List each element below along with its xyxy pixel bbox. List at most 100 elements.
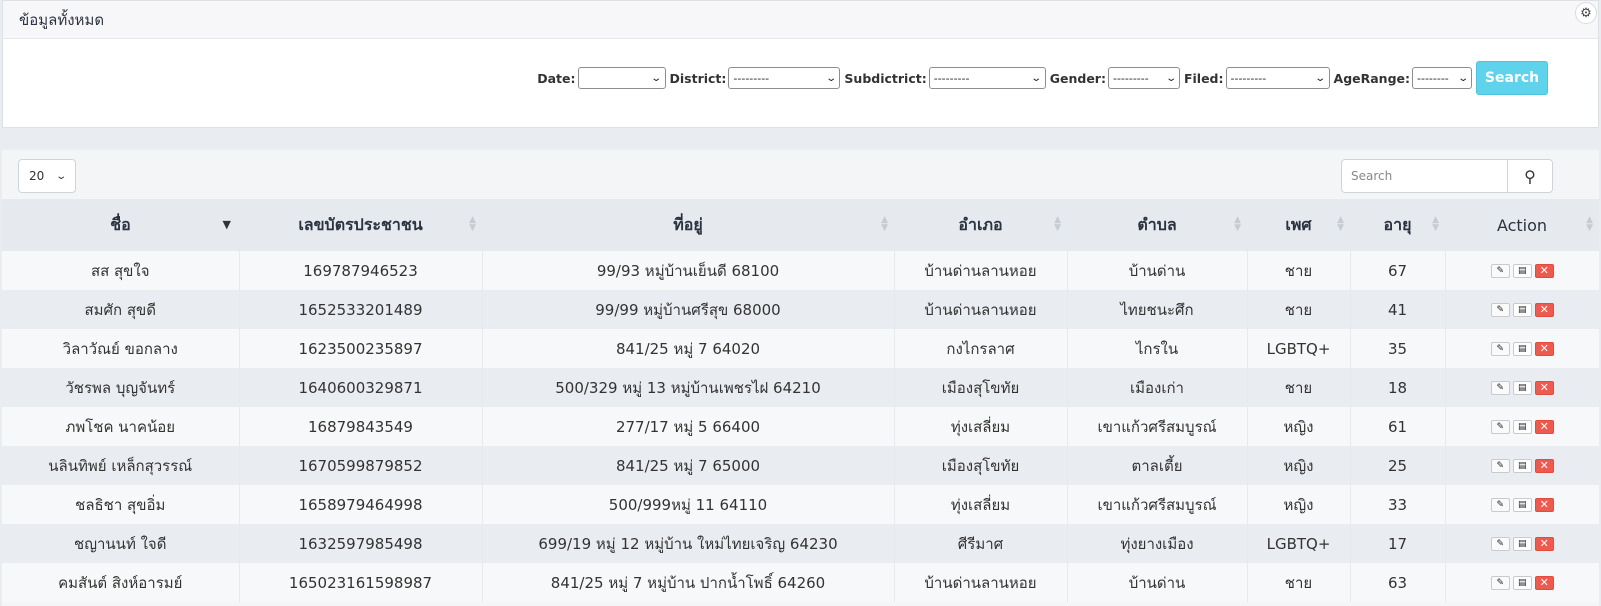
agerange-select[interactable]: -------- ⌄ — [1412, 67, 1472, 89]
address-cell: 500/999หมู่ 11 64110 — [482, 485, 895, 524]
address-cell: 841/25 หมู่ 7 64020 — [482, 329, 895, 368]
column-header-gender[interactable]: เพศ ▲ ▼ — [1247, 199, 1350, 251]
action-cell: ✎ ▤ ✕ — [1445, 563, 1599, 602]
edit-icon[interactable]: ✎ — [1490, 536, 1510, 551]
name-cell: สส สุขใจ — [2, 251, 240, 290]
sort-icon: ▲ ▼ — [1586, 215, 1593, 233]
table-row: ชลธิชา สุขอิ่ม 1658979464998 500/999หมู่ 1… — [2, 485, 1599, 524]
subdistrict-select[interactable]: --------- ⌄ — [928, 67, 1046, 89]
edit-icon[interactable]: ✎ — [1490, 575, 1510, 590]
gender-cell: ชาย — [1247, 563, 1351, 602]
gear-icon[interactable]: ⚙ — [1575, 2, 1597, 24]
table-row: วิลาวัณย์ ขอกลาง 1623500235897 841/25 หมู่… — [2, 329, 1599, 368]
table-row: คมสันต์ สิงห์อารมย์ 165023161598987 841/25… — [2, 563, 1599, 602]
name-cell: ภพโชค นาคน้อย — [2, 407, 240, 446]
table-search-input[interactable]: Search — [1342, 160, 1508, 192]
address-cell: 841/25 หมู่ 7 65000 — [482, 446, 895, 485]
action-cell: ✎ ▤ ✕ — [1445, 251, 1599, 290]
age-cell: 33 — [1350, 485, 1446, 524]
column-header-action[interactable]: Action ▲ ▼ — [1445, 199, 1599, 251]
chevron-down-icon: ⌄ — [54, 170, 67, 182]
filed-select[interactable]: --------- ⌄ — [1225, 67, 1330, 89]
id-card-icon[interactable]: ▤ — [1512, 341, 1532, 356]
delete-icon[interactable]: ✕ — [1534, 575, 1554, 590]
edit-icon[interactable]: ✎ — [1490, 458, 1510, 473]
district-select[interactable]: --------- ⌄ — [728, 67, 841, 89]
id-cell: 1623500235897 — [239, 329, 483, 368]
id-cell: 1652533201489 — [239, 290, 483, 329]
filter-card: ข้อมูลทั้งหมด Date: ⌄ District: --------… — [2, 0, 1599, 128]
chevron-down-icon: ⌄ — [650, 72, 663, 84]
column-header-address[interactable]: ที่อยู่ ▲ ▼ — [482, 199, 894, 251]
age-cell: 35 — [1350, 329, 1446, 368]
name-cell: ชลธิชา สุขอิ่ม — [2, 485, 240, 524]
id-card-icon[interactable]: ▤ — [1512, 497, 1532, 512]
address-cell: 99/99 หมู่บ้านศรีสุข 68000 — [482, 290, 895, 329]
delete-icon[interactable]: ✕ — [1534, 302, 1554, 317]
action-group: ✎ ▤ ✕ — [1446, 341, 1600, 356]
edit-icon[interactable]: ✎ — [1490, 263, 1510, 278]
district-label: District: — [669, 70, 727, 86]
address-cell: 841/25 หมู่ 7 หมู่บ้าน ปากน้ำโพธิ์ 64260 — [482, 563, 895, 602]
id-cell: 1670599879852 — [239, 446, 483, 485]
id-card-icon[interactable]: ▤ — [1512, 419, 1532, 434]
edit-icon[interactable]: ✎ — [1490, 497, 1510, 512]
age-cell: 41 — [1350, 290, 1446, 329]
table-row: ภพโชค นาคน้อย 16879843549 277/17 หมู่ 5 66… — [2, 407, 1599, 446]
delete-icon[interactable]: ✕ — [1534, 380, 1554, 395]
column-header-subdistrict[interactable]: ตำบล ▲ ▼ — [1067, 199, 1247, 251]
gender-cell: ชาย — [1247, 290, 1351, 329]
edit-icon[interactable]: ✎ — [1490, 380, 1510, 395]
sort-icon: ▲ ▼ — [469, 215, 476, 233]
action-cell: ✎ ▤ ✕ — [1445, 407, 1599, 446]
id-card-icon[interactable]: ▤ — [1512, 380, 1532, 395]
delete-icon[interactable]: ✕ — [1534, 536, 1554, 551]
subdistrict-label: Subdictrict: — [844, 70, 927, 86]
sort-icon: ▲ ▼ — [1234, 215, 1241, 233]
column-header-id[interactable]: เลขบัตรประชาชน ▲ ▼ — [239, 199, 482, 251]
column-header-name[interactable]: ชื่อ ▼ — [2, 199, 239, 251]
action-group: ✎ ▤ ✕ — [1446, 458, 1600, 473]
delete-icon[interactable]: ✕ — [1534, 497, 1554, 512]
search-icon[interactable]: ⚲ — [1508, 160, 1552, 192]
id-card-icon[interactable]: ▤ — [1512, 536, 1532, 551]
column-header-age[interactable]: อายุ ▲ ▼ — [1350, 199, 1445, 251]
action-group: ✎ ▤ ✕ — [1446, 419, 1600, 434]
edit-icon[interactable]: ✎ — [1490, 341, 1510, 356]
district-cell: บ้านด่านลานหอย — [894, 251, 1068, 290]
chevron-down-icon: ⌄ — [1314, 72, 1327, 84]
subdistrict-cell: ไกรใน — [1067, 329, 1248, 368]
sort-icon: ▲ ▼ — [1054, 215, 1061, 233]
edit-icon[interactable]: ✎ — [1490, 302, 1510, 317]
sort-icon: ▲ ▼ — [1432, 215, 1439, 233]
district-cell: กงไกรลาศ — [894, 329, 1068, 368]
district-cell: ศีรีมาศ — [894, 524, 1068, 563]
age-cell: 18 — [1350, 368, 1446, 407]
column-header-district[interactable]: อำเภอ ▲ ▼ — [894, 199, 1067, 251]
district-cell: ทุ่งเสลี่ยม — [894, 407, 1068, 446]
id-cell: 165023161598987 — [239, 563, 483, 602]
subdistrict-cell: ตาลเตี้ย — [1067, 446, 1248, 485]
delete-icon[interactable]: ✕ — [1534, 341, 1554, 356]
delete-icon[interactable]: ✕ — [1534, 419, 1554, 434]
name-cell: วิลาวัณย์ ขอกลาง — [2, 329, 240, 368]
address-cell: 500/329 หมู่ 13 หมู่บ้านเพชรไฝ 64210 — [482, 368, 895, 407]
gender-select[interactable]: --------- ⌄ — [1107, 67, 1180, 89]
id-card-icon[interactable]: ▤ — [1512, 263, 1532, 278]
chevron-down-icon: ⌄ — [825, 72, 838, 84]
delete-icon[interactable]: ✕ — [1534, 263, 1554, 278]
id-card-icon[interactable]: ▤ — [1512, 458, 1532, 473]
edit-icon[interactable]: ✎ — [1490, 419, 1510, 434]
subdistrict-cell: เมืองเก่า — [1067, 368, 1248, 407]
id-card-icon[interactable]: ▤ — [1512, 302, 1532, 317]
action-cell: ✎ ▤ ✕ — [1445, 368, 1599, 407]
search-button[interactable]: Search — [1476, 61, 1548, 95]
delete-icon[interactable]: ✕ — [1534, 458, 1554, 473]
page-length-select[interactable]: 20 ⌄ — [18, 159, 76, 193]
name-cell: วัชรพล บุญจันทร์ — [2, 368, 240, 407]
table-row: สส สุขใจ 169787946523 99/93 หมู่บ้านเย็นดี… — [2, 251, 1599, 290]
district-cell: บ้านด่านลานหอย — [894, 563, 1068, 602]
id-card-icon[interactable]: ▤ — [1512, 575, 1532, 590]
table-header-row: ชื่อ ▼ เลขบัตรประชาชน ▲ ▼ ที่อยู่ ▲ ▼ อำเภอ ▲ ▼… — [2, 199, 1599, 251]
date-select[interactable]: ⌄ — [577, 67, 666, 89]
